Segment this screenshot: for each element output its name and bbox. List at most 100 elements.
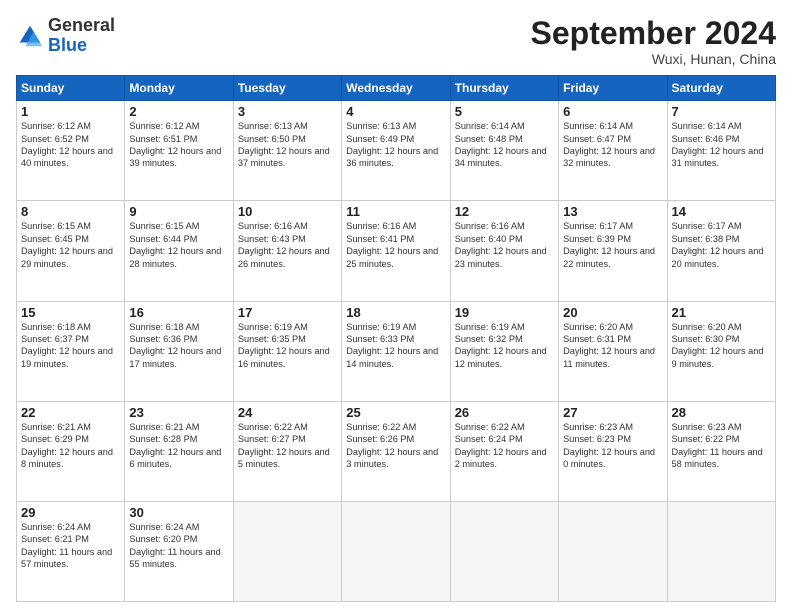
cell-day-28: 28 Sunrise: 6:23 AM Sunset: 6:22 PM Dayl…: [667, 401, 775, 501]
cell-day-27: 27 Sunrise: 6:23 AM Sunset: 6:23 PM Dayl…: [559, 401, 667, 501]
cell-day-13: 13 Sunrise: 6:17 AM Sunset: 6:39 PM Dayl…: [559, 201, 667, 301]
cell-info: Sunrise: 6:14 AM Sunset: 6:48 PM Dayligh…: [455, 120, 554, 170]
day-number: 11: [346, 204, 445, 219]
cell-info: Sunrise: 6:12 AM Sunset: 6:51 PM Dayligh…: [129, 120, 228, 170]
col-sunday: Sunday: [17, 76, 125, 101]
location: Wuxi, Hunan, China: [531, 51, 776, 67]
cell-info: Sunrise: 6:23 AM Sunset: 6:22 PM Dayligh…: [672, 421, 771, 471]
cell-day-8: 8 Sunrise: 6:15 AM Sunset: 6:45 PM Dayli…: [17, 201, 125, 301]
cell-info: Sunrise: 6:22 AM Sunset: 6:26 PM Dayligh…: [346, 421, 445, 471]
day-number: 1: [21, 104, 120, 119]
page: General Blue September 2024 Wuxi, Hunan,…: [0, 0, 792, 612]
week-row-5: 29 Sunrise: 6:24 AM Sunset: 6:21 PM Dayl…: [17, 501, 776, 601]
cell-day-5: 5 Sunrise: 6:14 AM Sunset: 6:48 PM Dayli…: [450, 101, 558, 201]
cell-info: Sunrise: 6:21 AM Sunset: 6:29 PM Dayligh…: [21, 421, 120, 471]
cell-info: Sunrise: 6:19 AM Sunset: 6:32 PM Dayligh…: [455, 321, 554, 371]
cell-day-18: 18 Sunrise: 6:19 AM Sunset: 6:33 PM Dayl…: [342, 301, 450, 401]
cell-info: Sunrise: 6:22 AM Sunset: 6:27 PM Dayligh…: [238, 421, 337, 471]
cell-info: Sunrise: 6:18 AM Sunset: 6:36 PM Dayligh…: [129, 321, 228, 371]
logo: General Blue: [16, 16, 115, 56]
cell-info: Sunrise: 6:24 AM Sunset: 6:21 PM Dayligh…: [21, 521, 120, 571]
cell-day-20: 20 Sunrise: 6:20 AM Sunset: 6:31 PM Dayl…: [559, 301, 667, 401]
title-block: September 2024 Wuxi, Hunan, China: [531, 16, 776, 67]
week-row-4: 22 Sunrise: 6:21 AM Sunset: 6:29 PM Dayl…: [17, 401, 776, 501]
day-number: 30: [129, 505, 228, 520]
cell-info: Sunrise: 6:17 AM Sunset: 6:38 PM Dayligh…: [672, 220, 771, 270]
day-number: 21: [672, 305, 771, 320]
day-number: 8: [21, 204, 120, 219]
cell-day-12: 12 Sunrise: 6:16 AM Sunset: 6:40 PM Dayl…: [450, 201, 558, 301]
cell-info: Sunrise: 6:24 AM Sunset: 6:20 PM Dayligh…: [129, 521, 228, 571]
cell-day-30: 30 Sunrise: 6:24 AM Sunset: 6:20 PM Dayl…: [125, 501, 233, 601]
logo-text: General Blue: [48, 16, 115, 56]
cell-day-23: 23 Sunrise: 6:21 AM Sunset: 6:28 PM Dayl…: [125, 401, 233, 501]
cell-day-3: 3 Sunrise: 6:13 AM Sunset: 6:50 PM Dayli…: [233, 101, 341, 201]
day-number: 4: [346, 104, 445, 119]
cell-day-empty: [667, 501, 775, 601]
cell-info: Sunrise: 6:15 AM Sunset: 6:45 PM Dayligh…: [21, 220, 120, 270]
cell-info: Sunrise: 6:20 AM Sunset: 6:30 PM Dayligh…: [672, 321, 771, 371]
cell-info: Sunrise: 6:23 AM Sunset: 6:23 PM Dayligh…: [563, 421, 662, 471]
cell-info: Sunrise: 6:15 AM Sunset: 6:44 PM Dayligh…: [129, 220, 228, 270]
cell-info: Sunrise: 6:17 AM Sunset: 6:39 PM Dayligh…: [563, 220, 662, 270]
week-row-1: 1 Sunrise: 6:12 AM Sunset: 6:52 PM Dayli…: [17, 101, 776, 201]
day-number: 14: [672, 204, 771, 219]
cell-info: Sunrise: 6:22 AM Sunset: 6:24 PM Dayligh…: [455, 421, 554, 471]
cell-info: Sunrise: 6:18 AM Sunset: 6:37 PM Dayligh…: [21, 321, 120, 371]
cell-day-6: 6 Sunrise: 6:14 AM Sunset: 6:47 PM Dayli…: [559, 101, 667, 201]
cell-day-24: 24 Sunrise: 6:22 AM Sunset: 6:27 PM Dayl…: [233, 401, 341, 501]
day-number: 13: [563, 204, 662, 219]
col-saturday: Saturday: [667, 76, 775, 101]
day-number: 22: [21, 405, 120, 420]
cell-day-4: 4 Sunrise: 6:13 AM Sunset: 6:49 PM Dayli…: [342, 101, 450, 201]
cell-day-14: 14 Sunrise: 6:17 AM Sunset: 6:38 PM Dayl…: [667, 201, 775, 301]
cell-info: Sunrise: 6:20 AM Sunset: 6:31 PM Dayligh…: [563, 321, 662, 371]
cell-day-empty: [233, 501, 341, 601]
cell-day-21: 21 Sunrise: 6:20 AM Sunset: 6:30 PM Dayl…: [667, 301, 775, 401]
cell-day-17: 17 Sunrise: 6:19 AM Sunset: 6:35 PM Dayl…: [233, 301, 341, 401]
cell-day-9: 9 Sunrise: 6:15 AM Sunset: 6:44 PM Dayli…: [125, 201, 233, 301]
cell-day-empty: [450, 501, 558, 601]
day-number: 29: [21, 505, 120, 520]
day-number: 17: [238, 305, 337, 320]
cell-day-2: 2 Sunrise: 6:12 AM Sunset: 6:51 PM Dayli…: [125, 101, 233, 201]
col-friday: Friday: [559, 76, 667, 101]
col-wednesday: Wednesday: [342, 76, 450, 101]
day-number: 2: [129, 104, 228, 119]
cell-info: Sunrise: 6:14 AM Sunset: 6:47 PM Dayligh…: [563, 120, 662, 170]
day-number: 10: [238, 204, 337, 219]
logo-general: General: [48, 15, 115, 35]
cell-day-19: 19 Sunrise: 6:19 AM Sunset: 6:32 PM Dayl…: [450, 301, 558, 401]
cell-info: Sunrise: 6:16 AM Sunset: 6:43 PM Dayligh…: [238, 220, 337, 270]
cell-day-16: 16 Sunrise: 6:18 AM Sunset: 6:36 PM Dayl…: [125, 301, 233, 401]
cell-info: Sunrise: 6:13 AM Sunset: 6:49 PM Dayligh…: [346, 120, 445, 170]
day-number: 12: [455, 204, 554, 219]
cell-info: Sunrise: 6:13 AM Sunset: 6:50 PM Dayligh…: [238, 120, 337, 170]
cell-info: Sunrise: 6:16 AM Sunset: 6:41 PM Dayligh…: [346, 220, 445, 270]
cell-day-empty: [559, 501, 667, 601]
cell-info: Sunrise: 6:19 AM Sunset: 6:35 PM Dayligh…: [238, 321, 337, 371]
cell-day-29: 29 Sunrise: 6:24 AM Sunset: 6:21 PM Dayl…: [17, 501, 125, 601]
cell-day-10: 10 Sunrise: 6:16 AM Sunset: 6:43 PM Dayl…: [233, 201, 341, 301]
day-number: 23: [129, 405, 228, 420]
cell-day-25: 25 Sunrise: 6:22 AM Sunset: 6:26 PM Dayl…: [342, 401, 450, 501]
cell-info: Sunrise: 6:19 AM Sunset: 6:33 PM Dayligh…: [346, 321, 445, 371]
day-number: 27: [563, 405, 662, 420]
logo-icon: [16, 22, 44, 50]
day-number: 3: [238, 104, 337, 119]
day-number: 9: [129, 204, 228, 219]
cell-info: Sunrise: 6:16 AM Sunset: 6:40 PM Dayligh…: [455, 220, 554, 270]
day-number: 7: [672, 104, 771, 119]
day-number: 15: [21, 305, 120, 320]
cell-info: Sunrise: 6:21 AM Sunset: 6:28 PM Dayligh…: [129, 421, 228, 471]
col-thursday: Thursday: [450, 76, 558, 101]
day-number: 28: [672, 405, 771, 420]
day-number: 16: [129, 305, 228, 320]
day-number: 25: [346, 405, 445, 420]
col-monday: Monday: [125, 76, 233, 101]
cell-day-1: 1 Sunrise: 6:12 AM Sunset: 6:52 PM Dayli…: [17, 101, 125, 201]
calendar-header-row: Sunday Monday Tuesday Wednesday Thursday…: [17, 76, 776, 101]
month-title: September 2024: [531, 16, 776, 51]
cell-day-15: 15 Sunrise: 6:18 AM Sunset: 6:37 PM Dayl…: [17, 301, 125, 401]
cell-day-22: 22 Sunrise: 6:21 AM Sunset: 6:29 PM Dayl…: [17, 401, 125, 501]
